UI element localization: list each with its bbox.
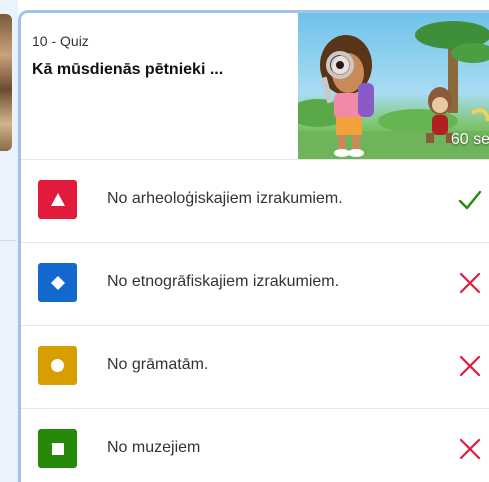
close-icon <box>459 438 481 460</box>
left-divider <box>0 240 16 241</box>
quiz-number-label: 10 - Quiz <box>32 33 89 49</box>
answer-text: No grāmatām. <box>107 356 209 373</box>
left-panel <box>0 0 18 482</box>
close-icon <box>459 272 481 294</box>
diamond-icon <box>50 275 65 290</box>
circle-icon <box>51 359 64 372</box>
answer-text: No etnogrāfiskajiem izrakumiem. <box>107 273 340 290</box>
previous-slide-thumbnail[interactable] <box>0 14 12 151</box>
timer-label: 60 sec <box>450 131 489 148</box>
answer-shape-box <box>38 180 77 219</box>
answer-option[interactable]: No muzejiem <box>21 408 489 482</box>
quiz-card[interactable]: 10 - Quiz Kā mūsdienās pētnieki ... 60 s… <box>18 10 489 482</box>
quiz-header: 10 - Quiz Kā mūsdienās pētnieki ... 60 s <box>21 13 489 159</box>
answer-shape-box <box>38 346 77 385</box>
quiz-question-title: Kā mūsdienās pētnieki ... <box>32 61 224 78</box>
answer-option[interactable]: No arheoloģiskajiem izrakumiem. <box>21 159 489 242</box>
triangle-icon <box>50 193 65 206</box>
check-icon <box>458 190 482 210</box>
answer-option[interactable]: No etnogrāfiskajiem izrakumiem. <box>21 242 489 325</box>
answer-text: No muzejiem <box>107 439 201 456</box>
question-image: 60 sec <box>298 13 489 159</box>
answer-shape-box <box>38 429 77 468</box>
answer-shape-box <box>38 263 77 302</box>
answer-text: No arheoloģiskajiem izrakumiem. <box>107 190 343 207</box>
answer-option[interactable]: No grāmatām. <box>21 325 489 408</box>
square-icon <box>51 442 64 455</box>
close-icon <box>459 355 481 377</box>
